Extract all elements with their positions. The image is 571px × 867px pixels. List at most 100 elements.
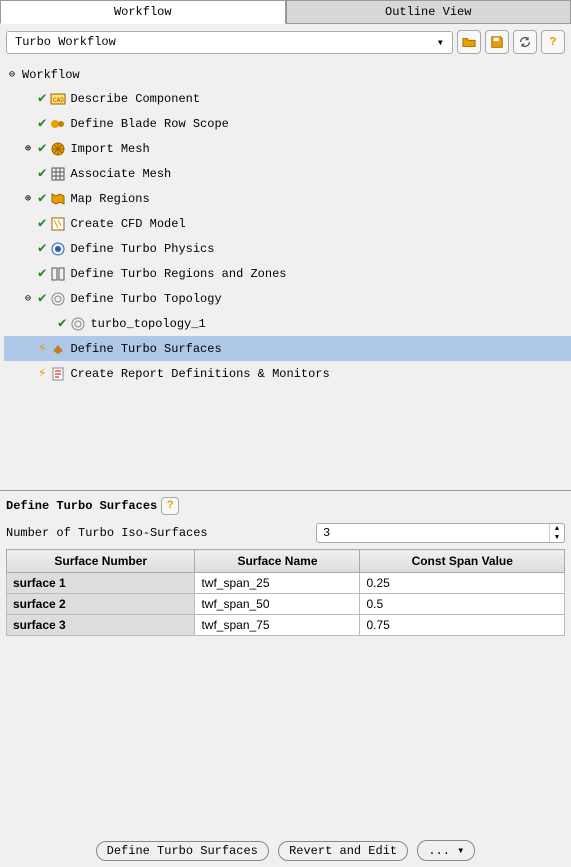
refresh-button[interactable] bbox=[513, 30, 537, 54]
node-define-turbo-topology[interactable]: ⊖ ✔ Define Turbo Topology bbox=[4, 286, 571, 311]
more-label: ... bbox=[428, 844, 450, 858]
node-associate-mesh[interactable]: ✔ Associate Mesh bbox=[4, 161, 571, 186]
cell-const-span-value[interactable]: 0.75 bbox=[360, 615, 565, 636]
cell-surface-name[interactable]: twf_span_50 bbox=[195, 594, 360, 615]
lightning-icon: ⚡ bbox=[38, 340, 46, 357]
grid-icon bbox=[50, 166, 66, 182]
node-label: Create CFD Model bbox=[70, 217, 185, 231]
col-const-span-value[interactable]: Const Span Value bbox=[360, 550, 565, 573]
node-map-regions[interactable]: ⊕ ✔ Map Regions bbox=[4, 186, 571, 211]
iso-surfaces-label: Number of Turbo Iso-Surfaces bbox=[6, 526, 316, 540]
save-button[interactable] bbox=[485, 30, 509, 54]
col-surface-number[interactable]: Surface Number bbox=[7, 550, 195, 573]
table-row[interactable]: surface 2 twf_span_50 0.5 bbox=[7, 594, 565, 615]
chevron-down-icon: ▾ bbox=[437, 35, 444, 50]
expand-icon[interactable]: ⊕ bbox=[22, 143, 34, 155]
node-define-turbo-regions-zones[interactable]: ✔ Define Turbo Regions and Zones bbox=[4, 261, 571, 286]
node-label: Define Turbo Regions and Zones bbox=[70, 267, 286, 281]
node-label: Define Blade Row Scope bbox=[70, 117, 228, 131]
help-icon: ? bbox=[549, 35, 556, 49]
cell-surface-name[interactable]: twf_span_25 bbox=[195, 573, 360, 594]
svg-text:CAD: CAD bbox=[53, 97, 64, 104]
refresh-icon bbox=[518, 35, 532, 49]
node-define-turbo-surfaces[interactable]: ⚡ Define Turbo Surfaces bbox=[4, 336, 571, 361]
zones-icon bbox=[50, 266, 66, 282]
node-label: Define Turbo Surfaces bbox=[70, 342, 221, 356]
folder-icon bbox=[462, 35, 476, 49]
workflow-tree: ⊖ Workflow ✔ CAD Describe Component ✔ De… bbox=[0, 60, 571, 490]
node-label: Map Regions bbox=[70, 192, 149, 206]
surfaces-icon bbox=[50, 341, 66, 357]
cell-surface-number: surface 3 bbox=[7, 615, 195, 636]
spinner-up-button[interactable]: ▲ bbox=[550, 524, 564, 533]
table-row[interactable]: surface 1 twf_span_25 0.25 bbox=[7, 573, 565, 594]
save-icon bbox=[490, 35, 504, 49]
node-label: Define Turbo Physics bbox=[70, 242, 214, 256]
check-icon: ✔ bbox=[38, 90, 46, 107]
iso-surfaces-spinner[interactable]: 3 ▲ ▼ bbox=[316, 523, 565, 543]
check-icon: ✔ bbox=[38, 190, 46, 207]
topology-icon bbox=[50, 291, 66, 307]
workflow-select[interactable]: Turbo Workflow ▾ bbox=[6, 31, 453, 54]
define-turbo-surfaces-panel: Define Turbo Surfaces ? Number of Turbo … bbox=[0, 490, 571, 642]
node-turbo-topology-1[interactable]: ✔ turbo_topology_1 bbox=[4, 311, 571, 336]
help-icon: ? bbox=[167, 500, 174, 512]
check-icon: ✔ bbox=[38, 165, 46, 182]
more-button[interactable]: ... ▾ bbox=[417, 840, 475, 861]
panel-help-button[interactable]: ? bbox=[161, 497, 179, 515]
toolbar: Turbo Workflow ▾ ? bbox=[0, 24, 571, 60]
cell-const-span-value[interactable]: 0.25 bbox=[360, 573, 565, 594]
node-import-mesh[interactable]: ⊕ ✔ Import Mesh bbox=[4, 136, 571, 161]
physics-icon bbox=[50, 241, 66, 257]
define-turbo-surfaces-button[interactable]: Define Turbo Surfaces bbox=[96, 841, 269, 861]
mesh-disc-icon bbox=[50, 141, 66, 157]
panel-title: Define Turbo Surfaces bbox=[6, 499, 157, 513]
iso-surfaces-value[interactable]: 3 bbox=[317, 524, 549, 542]
revert-and-edit-button[interactable]: Revert and Edit bbox=[278, 841, 408, 861]
cell-const-span-value[interactable]: 0.5 bbox=[360, 594, 565, 615]
tab-outline-view[interactable]: Outline View bbox=[286, 0, 571, 24]
tree-root-label: Workflow bbox=[22, 68, 80, 82]
expand-icon[interactable]: ⊕ bbox=[22, 193, 34, 205]
check-icon: ✔ bbox=[38, 290, 46, 307]
node-define-blade-row-scope[interactable]: ✔ Define Blade Row Scope bbox=[4, 111, 571, 136]
collapse-icon[interactable]: ⊖ bbox=[6, 69, 18, 81]
node-create-cfd-model[interactable]: ✔ Create CFD Model bbox=[4, 211, 571, 236]
open-button[interactable] bbox=[457, 30, 481, 54]
map-icon bbox=[50, 191, 66, 207]
node-describe-component[interactable]: ✔ CAD Describe Component bbox=[4, 86, 571, 111]
report-icon bbox=[50, 366, 66, 382]
gears-icon bbox=[50, 116, 66, 132]
col-surface-name[interactable]: Surface Name bbox=[195, 550, 360, 573]
collapse-icon[interactable]: ⊖ bbox=[22, 293, 34, 305]
lightning-icon: ⚡ bbox=[38, 365, 46, 382]
check-icon: ✔ bbox=[38, 115, 46, 132]
chevron-down-icon: ▾ bbox=[457, 844, 464, 858]
table-row[interactable]: surface 3 twf_span_75 0.75 bbox=[7, 615, 565, 636]
help-button[interactable]: ? bbox=[541, 30, 565, 54]
iso-surfaces-field: Number of Turbo Iso-Surfaces 3 ▲ ▼ bbox=[6, 523, 565, 543]
tab-bar: Workflow Outline View bbox=[0, 0, 571, 24]
footer-buttons: Define Turbo Surfaces Revert and Edit ..… bbox=[0, 840, 571, 861]
check-icon: ✔ bbox=[38, 265, 46, 282]
node-label: Describe Component bbox=[70, 92, 200, 106]
cell-surface-name[interactable]: twf_span_75 bbox=[195, 615, 360, 636]
workflow-select-value: Turbo Workflow bbox=[15, 35, 116, 49]
node-create-report-definitions[interactable]: ⚡ Create Report Definitions & Monitors bbox=[4, 361, 571, 386]
cfd-icon bbox=[50, 216, 66, 232]
node-label: Import Mesh bbox=[70, 142, 149, 156]
surfaces-table: Surface Number Surface Name Const Span V… bbox=[6, 549, 565, 636]
check-icon: ✔ bbox=[38, 215, 46, 232]
check-icon: ✔ bbox=[58, 315, 66, 332]
tree-root[interactable]: ⊖ Workflow bbox=[4, 64, 571, 86]
check-icon: ✔ bbox=[38, 240, 46, 257]
node-define-turbo-physics[interactable]: ✔ Define Turbo Physics bbox=[4, 236, 571, 261]
tab-workflow[interactable]: Workflow bbox=[0, 0, 286, 24]
node-label: turbo_topology_1 bbox=[90, 317, 205, 331]
cell-surface-number: surface 1 bbox=[7, 573, 195, 594]
topology-icon bbox=[70, 316, 86, 332]
node-label: Create Report Definitions & Monitors bbox=[70, 367, 329, 381]
spinner-down-button[interactable]: ▼ bbox=[550, 533, 564, 542]
node-label: Associate Mesh bbox=[70, 167, 171, 181]
panel-header: Define Turbo Surfaces ? bbox=[6, 497, 565, 515]
